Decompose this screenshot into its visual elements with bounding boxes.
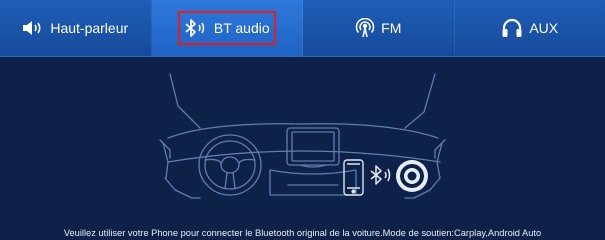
- center-display: [286, 127, 340, 166]
- steering-wheel: [198, 134, 262, 196]
- tab-aux[interactable]: AUX: [455, 0, 605, 56]
- headphones-icon: [501, 18, 523, 38]
- tab-label: BT audio: [213, 20, 270, 36]
- car-dashboard-illustration: [159, 73, 446, 199]
- bluetooth-signal-icon: [370, 165, 391, 185]
- phone-icon: [343, 159, 364, 196]
- radio-antenna-icon: [355, 18, 375, 38]
- tab-bt-audio[interactable]: BT audio: [151, 0, 303, 56]
- source-tab-bar: Haut-parleur BT audio FM AUX: [0, 0, 605, 57]
- speaker-icon: [22, 20, 44, 36]
- right-pillar-line: [404, 73, 436, 129]
- tab-label: Haut-parleur: [50, 20, 129, 36]
- tab-fm[interactable]: FM: [303, 0, 455, 56]
- bt-audio-panel: [0, 57, 605, 240]
- bluetooth-icon: [184, 19, 208, 37]
- tab-label: AUX: [529, 20, 559, 36]
- left-pillar-line: [169, 73, 201, 129]
- tab-label: FM: [381, 20, 402, 36]
- connection-hint-text: Veuillez utiliser votre Phone pour conne…: [63, 228, 542, 238]
- car-audio-receiver-icon: [396, 160, 428, 192]
- tab-speaker[interactable]: Haut-parleur: [0, 0, 152, 56]
